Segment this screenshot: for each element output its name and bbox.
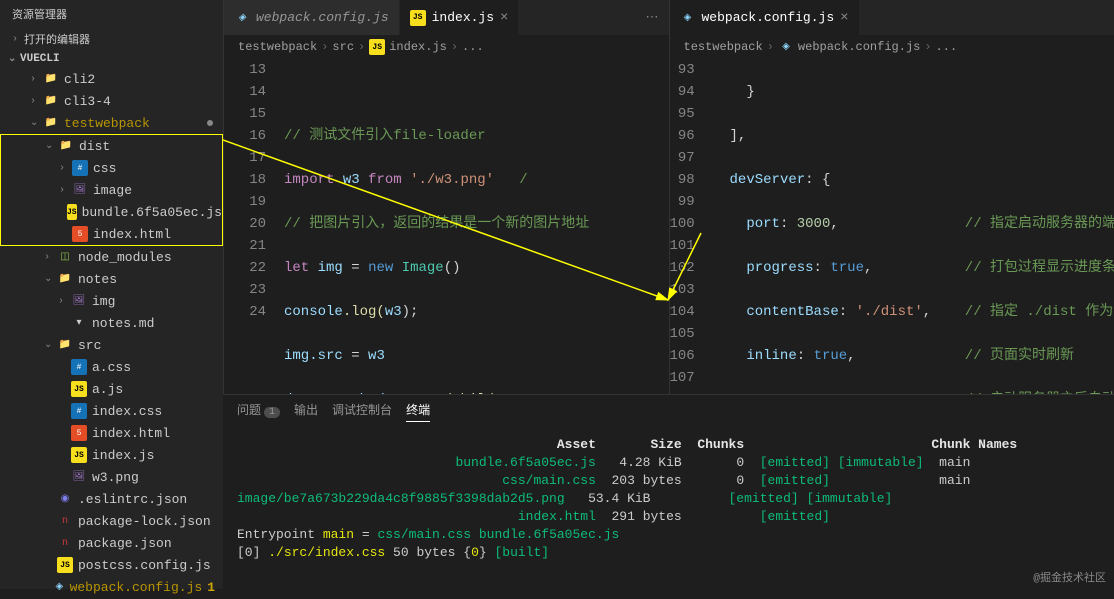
terminal-tabs: 问题1 输出 调试控制台 终端	[223, 395, 1114, 428]
modified-dot	[207, 120, 213, 126]
file-index-js[interactable]: JSindex.js	[0, 444, 223, 466]
js-icon: JS	[410, 10, 426, 26]
folder-icon: 📁	[43, 115, 59, 131]
explorer-title: 资源管理器	[0, 0, 223, 28]
tab-index-js[interactable]: JSindex.js×	[400, 0, 520, 35]
folder-icon: 📁	[58, 138, 74, 154]
folder-src[interactable]: ⌄📁src	[0, 334, 223, 356]
gutter-right: 93949596979899100101102103104105106107	[670, 59, 713, 394]
folder-icon: 📁	[43, 71, 59, 87]
terminal-panel: 问题1 输出 调试控制台 终端 Asset Size Chunks Chunk …	[223, 394, 1114, 589]
webpack-icon: ◈	[234, 10, 250, 26]
folder-notes[interactable]: ⌄📁notes	[0, 268, 223, 290]
folder-icon: 📁	[57, 271, 73, 287]
folder-image[interactable]: ›🖼image	[1, 179, 222, 201]
watermark: @掘金技术社区	[1033, 569, 1106, 585]
code-content-right[interactable]: } ], devServer: { port: 3000, // 指定启动服务器…	[713, 59, 1114, 394]
file-w3-png[interactable]: 🖼w3.png	[0, 466, 223, 488]
file-a-css[interactable]: #a.css	[0, 356, 223, 378]
image-folder-icon: 🖼	[71, 293, 87, 309]
eslint-icon: ◉	[57, 491, 73, 507]
js-icon: JS	[71, 381, 87, 397]
html-icon: 5	[72, 226, 88, 242]
file-notes-md[interactable]: ▾notes.md	[0, 312, 223, 334]
file-tree: ›📁cli2 ›📁cli3-4 ⌄📁testwebpack ⌄📁dist ›#c…	[0, 68, 223, 598]
chevron-right-icon: ›	[12, 34, 20, 45]
editor-pane-right: ◈webpack.config.js× testwebpack› ◈ webpa…	[669, 0, 1114, 394]
css-icon: #	[71, 359, 87, 375]
chevron-down-icon: ⌄	[8, 53, 16, 65]
webpack-icon: ◈	[778, 39, 794, 55]
code-content-left[interactable]: // 测试文件引入file-loader import w3 from './w…	[284, 59, 669, 394]
terminal-output[interactable]: Asset Size Chunks Chunk Names bundle.6f5…	[223, 428, 1114, 589]
file-index-html[interactable]: 5index.html	[1, 223, 222, 245]
tab-debug[interactable]: 调试控制台	[332, 401, 392, 422]
folder-node-modules[interactable]: ›◫node_modules	[0, 246, 223, 268]
tab-webpack-config[interactable]: ◈webpack.config.js	[224, 0, 400, 35]
js-icon: JS	[369, 39, 385, 55]
js-icon: JS	[71, 447, 87, 463]
tabs-left: ◈webpack.config.js JSindex.js× ⋯	[224, 0, 669, 35]
file-postcss[interactable]: JSpostcss.config.js	[0, 554, 223, 576]
markdown-icon: ▾	[71, 315, 87, 331]
file-index-html2[interactable]: 5index.html	[0, 422, 223, 444]
file-webpack-config[interactable]: ◈webpack.config.js1	[0, 576, 223, 598]
folder-img[interactable]: ›🖼img	[0, 290, 223, 312]
open-editors-section[interactable]: › 打开的编辑器	[0, 28, 223, 50]
folder-icon: 📁	[43, 93, 59, 109]
src-folder-icon: 📁	[57, 337, 73, 353]
tab-terminal[interactable]: 终端	[406, 401, 430, 422]
html-icon: 5	[71, 425, 87, 441]
css-icon: #	[72, 160, 88, 176]
tab-output[interactable]: 输出	[294, 401, 318, 422]
tab-problems[interactable]: 问题1	[237, 401, 280, 422]
close-icon[interactable]: ×	[840, 10, 848, 26]
npm-icon: n	[57, 535, 73, 551]
js-icon: JS	[67, 204, 77, 220]
highlighted-dist-folder: ⌄📁dist ›#css ›🖼image JSbundle.6f5a05ec.j…	[0, 134, 223, 246]
folder-css[interactable]: ›#css	[1, 157, 222, 179]
folder-cli2[interactable]: ›📁cli2	[0, 68, 223, 90]
css-icon: #	[71, 403, 87, 419]
file-package-json[interactable]: npackage.json	[0, 532, 223, 554]
modified-count: 1	[207, 580, 215, 595]
folder-cli34[interactable]: ›📁cli3-4	[0, 90, 223, 112]
file-index-css[interactable]: #index.css	[0, 400, 223, 422]
tabs-right: ◈webpack.config.js×	[670, 0, 1114, 35]
editor-pane-left: ◈webpack.config.js JSindex.js× ⋯ testweb…	[223, 0, 669, 394]
webpack-icon: ◈	[54, 579, 64, 595]
code-editor-left[interactable]: 131415161718192021222324 // 测试文件引入file-l…	[224, 59, 669, 394]
npm-icon: n	[57, 513, 73, 529]
tab-webpack-config-right[interactable]: ◈webpack.config.js×	[670, 0, 860, 35]
tab-overflow-icon[interactable]: ⋯	[636, 10, 669, 25]
folder-dist[interactable]: ⌄📁dist	[1, 135, 222, 157]
webpack-icon: ◈	[680, 10, 696, 26]
file-a-js[interactable]: JSa.js	[0, 378, 223, 400]
gutter-left: 131415161718192021222324	[224, 59, 284, 394]
node-modules-icon: ◫	[57, 249, 73, 265]
project-title[interactable]: ⌄ VUECLI	[0, 50, 223, 68]
close-icon[interactable]: ×	[500, 10, 508, 26]
file-eslintrc[interactable]: ◉.eslintrc.json	[0, 488, 223, 510]
code-editor-right[interactable]: 93949596979899100101102103104105106107 }…	[670, 59, 1114, 394]
editor-area: ◈webpack.config.js JSindex.js× ⋯ testweb…	[223, 0, 1114, 589]
file-bundle[interactable]: JSbundle.6f5a05ec.js	[1, 201, 222, 223]
js-icon: JS	[57, 557, 73, 573]
image-icon: 🖼	[71, 469, 87, 485]
sidebar: 资源管理器 › 打开的编辑器 ⌄ VUECLI ›📁cli2 ›📁cli3-4 …	[0, 0, 223, 589]
breadcrumb-left[interactable]: testwebpack› src› JS index.js›...	[224, 35, 669, 59]
image-folder-icon: 🖼	[72, 182, 88, 198]
folder-testwebpack[interactable]: ⌄📁testwebpack	[0, 112, 223, 134]
file-package-lock[interactable]: npackage-lock.json	[0, 510, 223, 532]
breadcrumb-right[interactable]: testwebpack› ◈ webpack.config.js›...	[670, 35, 1114, 59]
